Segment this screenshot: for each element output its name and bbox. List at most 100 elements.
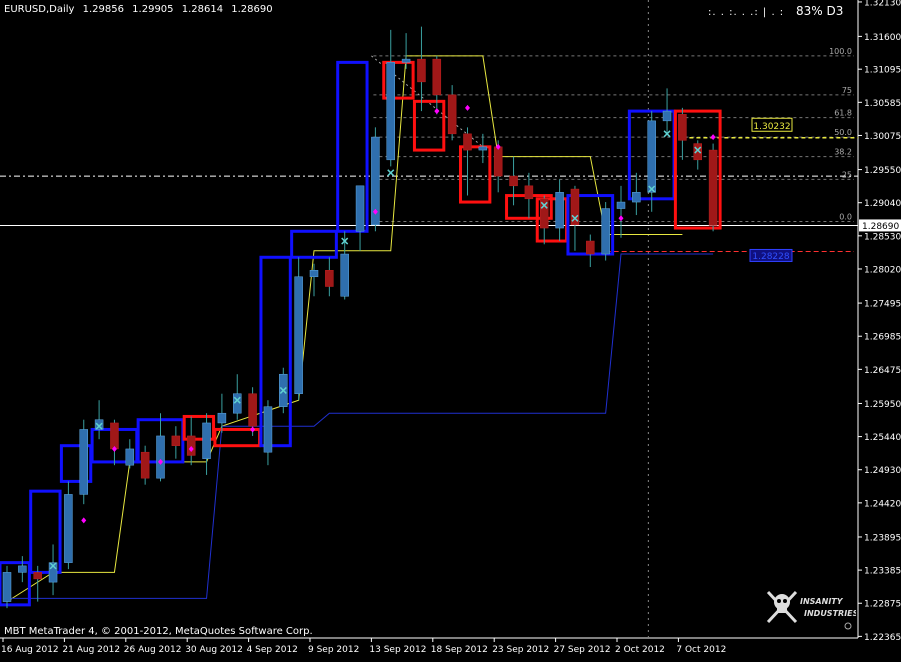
indicator-dots: :. . :. . .: | . : <box>708 7 785 18</box>
candle <box>586 234 595 268</box>
logo-line-1: INSANITY <box>800 597 844 606</box>
y-tick-label: 1.30585 <box>864 99 901 109</box>
candle-body-down <box>447 94 457 135</box>
candle <box>110 419 119 466</box>
fib-level-label: 0.0 <box>839 213 852 222</box>
candle <box>708 143 718 232</box>
candle <box>616 185 626 238</box>
candle-body-up <box>632 192 641 203</box>
ohlc-close: 1.28690 <box>231 4 273 15</box>
x-tick-label: 21 Aug 2012 <box>62 645 120 655</box>
x-tick-label: 13 Sep 2012 <box>369 645 426 655</box>
candle <box>678 107 687 160</box>
candle-body-up <box>125 448 135 466</box>
y-tick-label: 1.24420 <box>864 499 901 509</box>
diamond-marker <box>250 426 256 433</box>
diamond-marker <box>434 108 440 115</box>
candle-body-down <box>325 270 334 287</box>
y-tick-label: 1.31600 <box>864 33 901 43</box>
candle <box>140 445 150 485</box>
y-tick-label: 1.22365 <box>864 633 901 643</box>
fib-level-label: 75 <box>842 86 852 95</box>
candle-body-down <box>586 240 595 255</box>
copyright-text: MBT MetaTrader 4, © 2001-2012, MetaQuote… <box>4 626 313 637</box>
x-tick-label: 30 Aug 2012 <box>185 645 243 655</box>
candle <box>64 481 73 570</box>
candle-body-up <box>647 120 656 193</box>
fib-level-label: 100.0 <box>829 47 852 56</box>
candle <box>94 400 104 440</box>
x-tick-label: 4 Sep 2012 <box>247 645 298 655</box>
candle-body-up <box>294 276 303 394</box>
x-tick-label: 27 Sep 2012 <box>554 645 611 655</box>
candle <box>386 29 395 167</box>
fib-level-label: 50.0 <box>834 128 852 137</box>
candle <box>478 133 488 164</box>
price-label-text-blue: 1.28228 <box>752 252 789 262</box>
current-price-tag: 1.28690 <box>862 222 899 232</box>
symbol-label: EURUSD,Daily <box>4 4 75 15</box>
candle <box>355 185 365 251</box>
candle-body-up <box>18 565 27 573</box>
y-tick-label: 1.28020 <box>864 265 901 275</box>
candle-body-down <box>171 435 181 446</box>
candle-body-down <box>33 572 42 580</box>
candle <box>263 400 273 466</box>
y-tick-label: 1.26985 <box>864 333 901 343</box>
price-chart[interactable]: 1.32130 1.31600 1.31095 1.30585 1.30075 1.295… <box>0 0 901 658</box>
candle-body-up <box>64 494 73 563</box>
y-tick-label: 1.22875 <box>864 600 901 610</box>
candle-body-up <box>386 62 395 161</box>
chart-root[interactable]: 1.32130 1.31600 1.31095 1.30585 1.30075 1.295… <box>0 0 901 658</box>
y-tick-label: 1.25950 <box>864 400 901 410</box>
candle <box>48 544 58 596</box>
candle-body-down <box>248 393 257 427</box>
candle-body-up <box>217 412 227 424</box>
candle <box>432 55 442 115</box>
candle-body-up <box>478 146 488 151</box>
candle-body-down <box>186 435 196 456</box>
x-tick-label: 26 Aug 2012 <box>124 645 182 655</box>
y-tick-label: 1.24930 <box>864 466 901 476</box>
x-tick-label: 7 Oct 2012 <box>676 645 726 655</box>
candle <box>325 257 334 297</box>
y-tick-label: 1.27495 <box>864 300 901 310</box>
candle-body-up <box>202 422 211 459</box>
candle-body-down <box>493 146 503 177</box>
candle <box>371 127 380 232</box>
candle-body-up <box>233 393 242 414</box>
bearish-box <box>412 99 446 152</box>
candle-body-up <box>601 208 610 255</box>
symbol-header: EURUSD,Daily 1.29856 1.29905 1.28614 1.2… <box>4 4 278 15</box>
candle <box>156 413 165 482</box>
candle <box>186 416 196 466</box>
candle-body-down <box>678 114 687 141</box>
candle-body-up <box>79 429 88 495</box>
diamond-marker <box>465 104 470 111</box>
fib-level-label: 38.2 <box>834 148 852 157</box>
bullish-box <box>29 489 62 574</box>
candle-body-up <box>263 406 273 453</box>
x-tick-label: 2 Oct 2012 <box>615 645 665 655</box>
candle-body-down <box>417 58 426 83</box>
skull-crossbones-icon <box>766 590 798 624</box>
x-tick-label: 9 Sep 2012 <box>308 645 359 655</box>
candle <box>647 111 656 212</box>
candle <box>233 374 242 420</box>
candle <box>79 419 88 505</box>
candle <box>447 85 457 141</box>
y-tick-label: 1.23895 <box>864 533 901 543</box>
candle-body-down <box>693 143 702 161</box>
y-tick-label: 1.32130 <box>864 0 901 8</box>
y-tick-label: 1.25440 <box>864 433 901 443</box>
price-label-text-yellow: 1.30232 <box>753 122 790 132</box>
candle <box>18 556 27 583</box>
candle-body-down <box>140 451 150 479</box>
bearish-box <box>459 145 492 204</box>
diamond-marker <box>81 517 87 524</box>
candle-body-up <box>401 58 411 63</box>
indicator-percent: 83% D3 <box>796 4 844 18</box>
candle <box>601 202 610 261</box>
candle-body-up <box>2 572 12 602</box>
x-tick-label: 16 Aug 2012 <box>1 645 59 655</box>
